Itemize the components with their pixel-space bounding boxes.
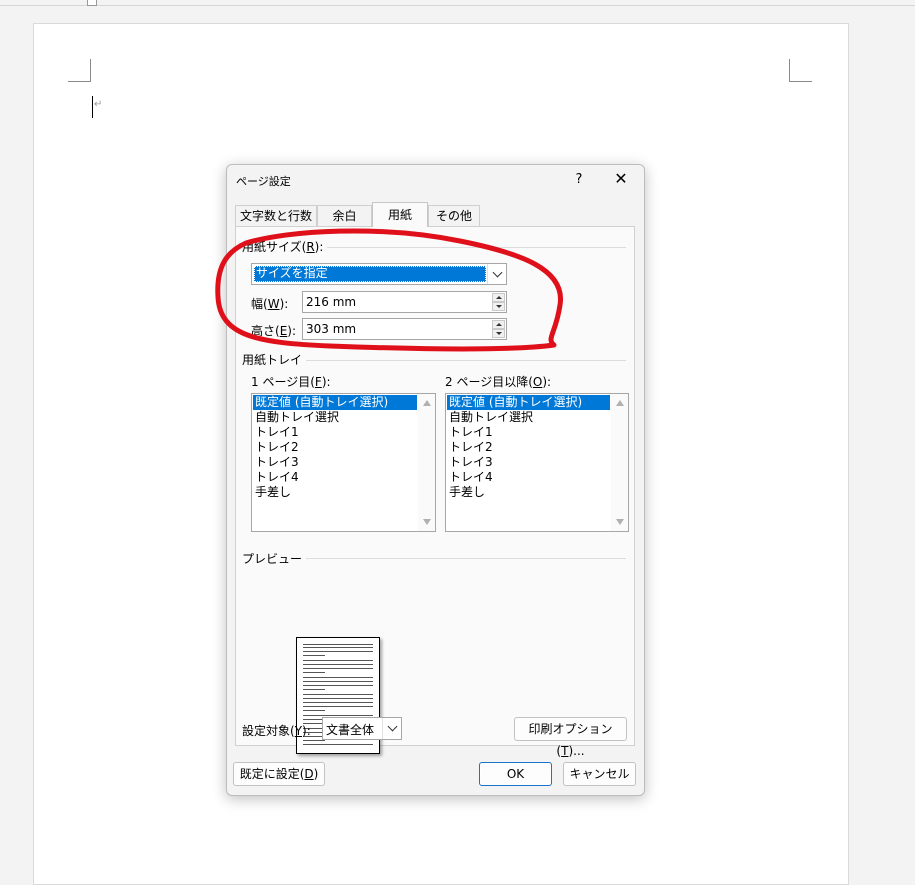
first-page-label: 1 ページ目(F):: [251, 375, 331, 389]
paper-tray-group-label: 用紙トレイ: [242, 351, 307, 368]
first-page-tray-list[interactable]: 既定値 (自動トレイ選択) 自動トレイ選択 トレイ1 トレイ2 トレイ3 トレイ4 手差し: [251, 393, 436, 532]
spin-up-icon[interactable]: [492, 293, 505, 302]
other-pages-tray-item[interactable]: トレイ3: [447, 455, 610, 470]
width-label: 幅(W):: [251, 297, 289, 311]
scroll-down-icon[interactable]: [616, 519, 624, 525]
tab-characters-lines[interactable]: 文字数と行数: [235, 205, 317, 226]
preview-rule: [294, 558, 626, 559]
chevron-down-icon[interactable]: [382, 718, 401, 739]
paper-tray-rule: [302, 360, 626, 361]
scroll-up-icon[interactable]: [616, 400, 624, 406]
spin-down-icon[interactable]: [492, 329, 505, 338]
tab-paper[interactable]: 用紙: [372, 202, 428, 227]
other-pages-tray-item[interactable]: 既定値 (自動トレイ選択): [447, 395, 610, 410]
dialog-title: ページ設定: [236, 175, 291, 188]
first-page-tray-item[interactable]: 自動トレイ選択: [253, 410, 417, 425]
spin-down-icon[interactable]: [492, 302, 505, 311]
first-page-scrollbar[interactable]: [418, 394, 435, 531]
spin-up-icon[interactable]: [492, 320, 505, 329]
paragraph-mark-icon: ↵: [94, 99, 103, 110]
first-page-tray-item[interactable]: 既定値 (自動トレイ選択): [253, 395, 417, 410]
page-setup-dialog: ページ設定 ? ✕ 文字数と行数 余白 用紙 その他 用紙サイズ(R): サイズ…: [226, 164, 645, 796]
other-pages-tray-item[interactable]: 手差し: [447, 485, 610, 500]
paper-size-rule: [320, 247, 626, 248]
apply-to-select[interactable]: 文書全体: [322, 717, 402, 740]
cancel-button[interactable]: キャンセル: [563, 762, 636, 786]
apply-to-value: 文書全体: [326, 723, 375, 737]
first-page-tray-item[interactable]: トレイ2: [253, 440, 417, 455]
other-pages-tray-item[interactable]: トレイ1: [447, 425, 610, 440]
ruler-strip: [0, 0, 915, 6]
scroll-up-icon[interactable]: [423, 400, 431, 406]
other-pages-scrollbar[interactable]: [611, 394, 628, 531]
apply-to-label: 設定対象(Y):: [242, 724, 311, 738]
crop-mark-top-right: [789, 59, 812, 82]
set-default-button[interactable]: 既定に設定(D): [233, 762, 325, 786]
other-pages-tray-list[interactable]: 既定値 (自動トレイ選択) 自動トレイ選択 トレイ1 トレイ2 トレイ3 トレイ4 手差し: [445, 393, 629, 532]
paper-tab-panel: 用紙サイズ(R): サイズを指定 幅(W): 216 mm 高さ(E): 303…: [235, 226, 635, 758]
other-pages-label: 2 ページ目以降(O):: [445, 375, 552, 389]
other-pages-tray-item[interactable]: トレイ4: [447, 470, 610, 485]
height-value: 303 mm: [306, 322, 357, 336]
first-page-tray-item[interactable]: 手差し: [253, 485, 417, 500]
text-caret: [92, 96, 93, 118]
paper-size-select[interactable]: サイズを指定: [251, 263, 507, 285]
chevron-down-icon[interactable]: [487, 264, 506, 284]
preview-group-label: プレビュー: [242, 550, 307, 567]
other-pages-tray-items: 既定値 (自動トレイ選択) 自動トレイ選択 トレイ1 トレイ2 トレイ3 トレイ4 手差し: [447, 395, 610, 500]
print-options-button[interactable]: 印刷オプション(T)...: [514, 717, 627, 758]
crop-mark-top-left: [68, 59, 91, 82]
close-icon[interactable]: ✕: [611, 169, 631, 188]
first-page-tray-item[interactable]: トレイ1: [253, 425, 417, 440]
first-page-tray-items: 既定値 (自動トレイ選択) 自動トレイ選択 トレイ1 トレイ2 トレイ3 トレイ4 手差し: [253, 395, 417, 500]
ruler-handle[interactable]: [87, 0, 97, 6]
first-page-tray-item[interactable]: トレイ3: [253, 455, 417, 470]
other-pages-tray-item[interactable]: 自動トレイ選択: [447, 410, 610, 425]
tab-margins[interactable]: 余白: [317, 205, 372, 226]
ok-button[interactable]: OK: [479, 762, 552, 786]
width-value: 216 mm: [306, 295, 357, 309]
paper-size-selected-value: サイズを指定: [254, 266, 486, 282]
scroll-down-icon[interactable]: [423, 519, 431, 525]
width-spinner[interactable]: 216 mm: [302, 291, 507, 313]
help-icon[interactable]: ?: [571, 172, 587, 187]
other-pages-tray-item[interactable]: トレイ2: [447, 440, 610, 455]
first-page-tray-item[interactable]: トレイ4: [253, 470, 417, 485]
paper-size-group-label: 用紙サイズ(R):: [242, 238, 328, 255]
height-label: 高さ(E):: [251, 324, 297, 338]
height-spinner[interactable]: 303 mm: [302, 318, 507, 340]
tab-other[interactable]: その他: [428, 205, 480, 226]
